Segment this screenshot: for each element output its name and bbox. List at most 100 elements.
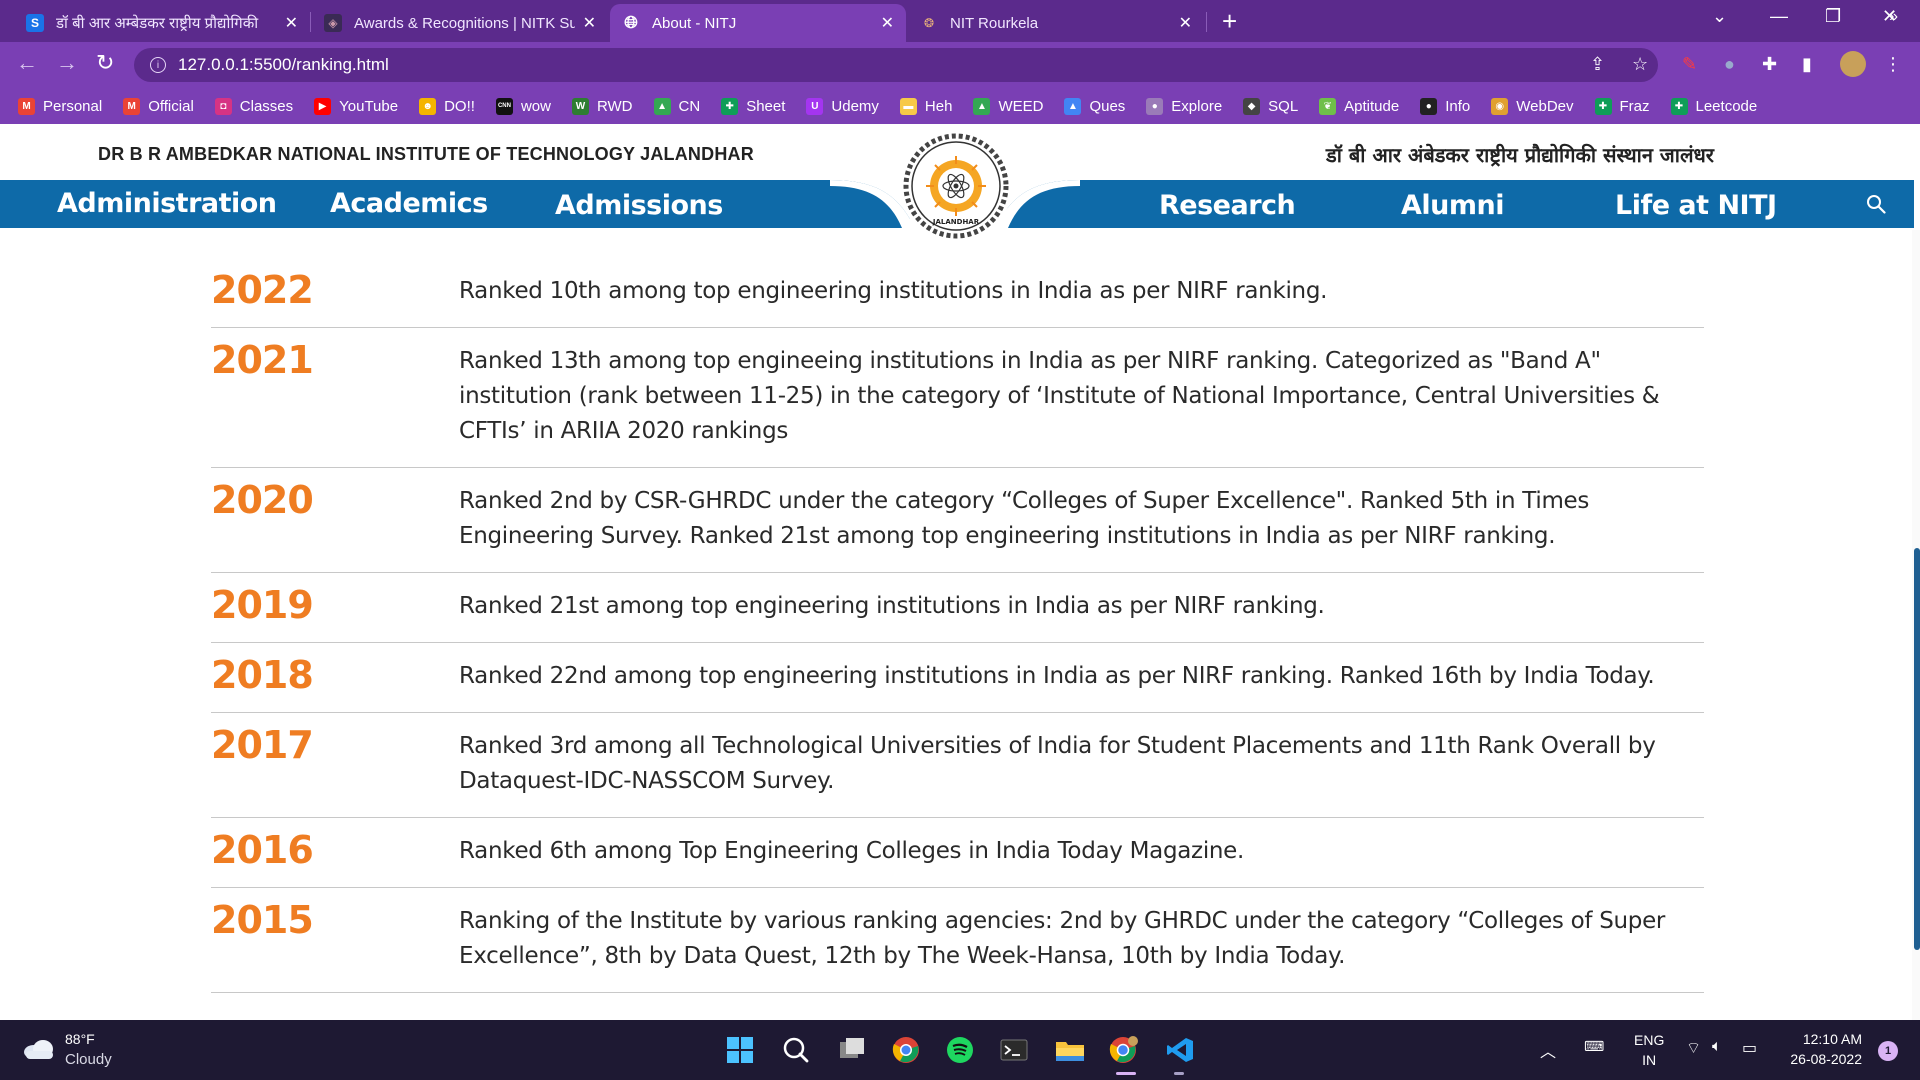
bookmark-label: DO!!	[444, 97, 475, 115]
bookmark-sql[interactable]: ◆ SQL	[1243, 97, 1298, 115]
ranking-description: Ranking of the Institute by various rank…	[459, 908, 1666, 969]
notification-badge[interactable]: 1	[1878, 1041, 1898, 1061]
bookmark-ques[interactable]: ▲ Ques	[1064, 97, 1125, 115]
bookmark-info[interactable]: ● Info	[1420, 97, 1471, 115]
language-indicator[interactable]: ENG IN	[1634, 1030, 1664, 1070]
nav-research[interactable]: Research	[1159, 190, 1296, 221]
ranking-year: 2015	[211, 898, 314, 942]
tab-about-nitj[interactable]: 🌐︎ About - NITJ ✕	[610, 4, 906, 42]
spotify-icon[interactable]	[944, 1034, 976, 1066]
bookmark-do[interactable]: ☻ DO!!	[419, 97, 475, 115]
back-arrow-icon[interactable]: ←	[16, 50, 38, 76]
cloud-weather-icon[interactable]	[22, 1038, 56, 1060]
bookmark-label: Info	[1445, 97, 1471, 115]
tab-nitj-hindi[interactable]: S डॉ बी आर अम्बेडकर राष्ट्रीय प्रौद्योगि…	[14, 4, 310, 42]
bookmark-label: RWD	[596, 97, 633, 115]
site-info-icon[interactable]: i	[150, 57, 166, 73]
nav-academics[interactable]: Academics	[330, 188, 488, 219]
tab-nitk-awards[interactable]: ◈ Awards & Recognitions | NITK Su ✕	[312, 4, 608, 42]
ranking-description: Ranked 21st among top engineering instit…	[459, 593, 1325, 619]
ranking-description: Ranked 13th among top engineeing institu…	[459, 348, 1660, 444]
system-clock[interactable]: 12:10 AM 26-08-2022	[1790, 1029, 1862, 1069]
bookmark-explore[interactable]: ● Explore	[1146, 97, 1222, 115]
volume-icon[interactable]: 🔈︎	[1712, 1038, 1722, 1056]
scrollbar-thumb[interactable]	[1914, 548, 1920, 950]
weather-condition[interactable]: Cloudy	[65, 1051, 112, 1068]
bookmark-aptitude[interactable]: ❦ Aptitude	[1319, 97, 1399, 115]
nav-alumni[interactable]: Alumni	[1401, 190, 1504, 221]
close-icon[interactable]: ✕	[583, 13, 596, 33]
task-view-icon[interactable]	[836, 1034, 868, 1066]
ranking-description: Ranked 10th among top engineering instit…	[459, 278, 1328, 304]
emoji-icon: ☻	[419, 97, 437, 115]
bookmark-leetcode[interactable]: ✚ Leetcode	[1670, 97, 1757, 115]
vscode-icon[interactable]	[1164, 1034, 1196, 1066]
search-icon[interactable]	[1866, 194, 1886, 214]
bookmark-webdev[interactable]: ◉ WebDev	[1491, 97, 1574, 115]
github-icon: ●	[1420, 97, 1438, 115]
ranking-year: 2019	[211, 583, 314, 627]
globe-icon: 🌐︎	[624, 13, 638, 32]
forward-arrow-icon[interactable]: →	[56, 50, 78, 76]
battery-icon[interactable]: ▭	[1742, 1038, 1757, 1058]
bookmark-sheet[interactable]: ✚ Sheet	[721, 97, 785, 115]
bookmark-fraz[interactable]: ✚ Fraz	[1594, 97, 1650, 115]
bookmark-weed[interactable]: ▲ WEED	[973, 97, 1043, 115]
plus-icon: ✚	[1670, 97, 1688, 115]
address-bar[interactable]: i 127.0.0.1:5500/ranking.html	[134, 48, 1658, 82]
search-icon[interactable]	[780, 1034, 812, 1066]
nitj-logo[interactable]: JALANDHAR	[898, 128, 1014, 244]
bookmark-heh[interactable]: ▬ Heh	[899, 97, 953, 115]
share-icon[interactable]: ⇪	[1590, 54, 1605, 75]
tab-search-chevron-icon[interactable]: ⌄	[1712, 6, 1727, 27]
bookmark-official[interactable]: M Official	[123, 97, 194, 115]
browser-tab-strip: S डॉ बी आर अम्बेडकर राष्ट्रीय प्रौद्योगि…	[0, 0, 1920, 42]
terminal-icon[interactable]	[998, 1034, 1030, 1066]
nav-life-at-nitj[interactable]: Life at NITJ	[1615, 190, 1777, 221]
bookmark-star-icon[interactable]: ☆	[1632, 54, 1648, 75]
bookmark-rwd[interactable]: W RWD	[571, 97, 633, 115]
bookmark-wow[interactable]: CNN wow	[495, 97, 551, 115]
extension-icon[interactable]: ●	[1724, 54, 1735, 75]
side-panel-icon[interactable]: ▮	[1802, 54, 1812, 75]
wifi-icon[interactable]: ⌔	[1686, 1038, 1701, 1058]
weather-temperature[interactable]: 88°F	[65, 1031, 95, 1047]
menu-kebab-icon[interactable]: ⋮	[1884, 54, 1902, 75]
show-hidden-icons-chevron-icon[interactable]: ︿	[1540, 1038, 1556, 1062]
tab-title: Awards & Recognitions | NITK Su	[354, 14, 575, 32]
bookmark-label: Heh	[924, 97, 953, 115]
chrome-icon[interactable]	[890, 1034, 922, 1066]
keyboard-icon[interactable]: ⌨	[1584, 1038, 1604, 1055]
minimize-icon[interactable]: —	[1770, 6, 1788, 27]
nav-admissions[interactable]: Admissions	[555, 190, 723, 221]
page-scrollbar[interactable]	[1912, 230, 1920, 1020]
clock-time: 12:10 AM	[1802, 1031, 1862, 1047]
w-icon: W	[571, 97, 589, 115]
bookmark-personal[interactable]: M Personal	[18, 97, 102, 115]
nav-administration[interactable]: Administration	[57, 188, 277, 219]
bookmark-udemy[interactable]: U Udemy	[806, 97, 879, 115]
ranking-row: 2015 Ranking of the Institute by various …	[211, 888, 1704, 993]
pen-extension-icon[interactable]: ✎	[1682, 54, 1697, 75]
cnn-icon: CNN	[495, 97, 513, 115]
file-explorer-icon[interactable]	[1054, 1034, 1086, 1066]
classroom-icon: ◘	[214, 97, 232, 115]
windows-start-icon[interactable]	[724, 1034, 756, 1066]
ranking-row: 2019 Ranked 21st among top engineering in…	[211, 573, 1704, 643]
close-icon[interactable]: ✕	[881, 13, 894, 33]
bookmark-classes[interactable]: ◘ Classes	[214, 97, 293, 115]
new-tab-plus-icon[interactable]: +	[1222, 6, 1237, 37]
reload-icon[interactable]: ↻	[96, 50, 114, 76]
chrome-profile-icon[interactable]	[1108, 1034, 1140, 1066]
bookmarks-overflow-icon[interactable]: »	[1889, 8, 1898, 26]
profile-avatar[interactable]	[1840, 51, 1866, 77]
restore-icon[interactable]: ❐	[1825, 6, 1841, 27]
tab-title: NIT Rourkela	[950, 14, 1039, 32]
puzzle-extensions-icon[interactable]: ✚	[1762, 54, 1777, 75]
bookmark-label: Udemy	[831, 97, 879, 115]
tab-nit-rourkela[interactable]: ❂ NIT Rourkela ✕	[908, 4, 1204, 42]
close-icon[interactable]: ✕	[285, 13, 298, 33]
bookmark-cn[interactable]: ▲ CN	[653, 97, 700, 115]
bookmark-youtube[interactable]: ▶ YouTube	[314, 97, 398, 115]
close-icon[interactable]: ✕	[1179, 13, 1192, 33]
